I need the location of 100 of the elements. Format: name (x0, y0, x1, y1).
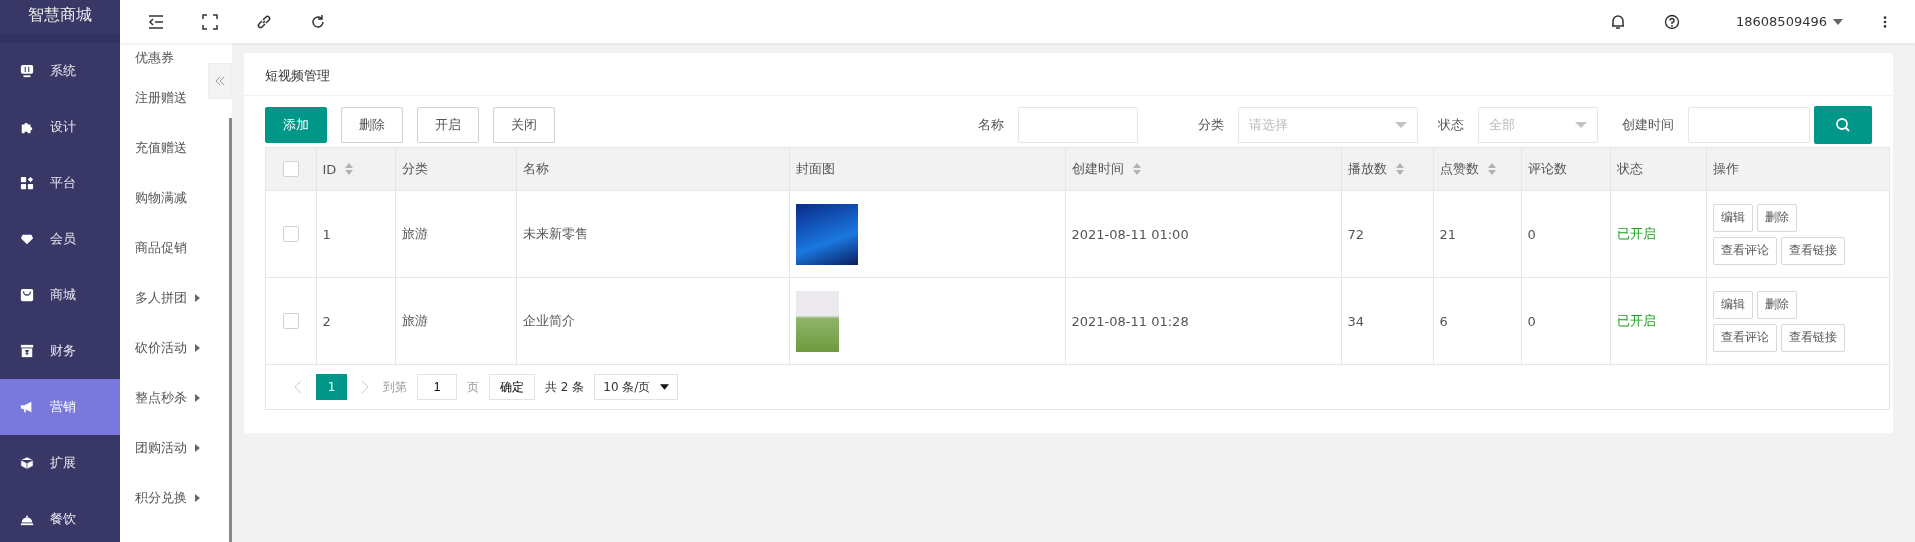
filter-input[interactable] (1688, 107, 1810, 143)
filter-label: 状态 (1438, 116, 1464, 134)
more-icon[interactable] (1883, 14, 1887, 29)
table-cell: 34 (1341, 277, 1433, 365)
card-title: 短视频管理 (244, 53, 1893, 96)
table-cell: 企业简介 (516, 277, 789, 365)
action-button[interactable]: 关闭 (493, 107, 555, 143)
submenu-item[interactable]: 整点秒杀 (120, 373, 208, 423)
column-header: 操作 (1712, 160, 1739, 178)
menu-item[interactable]: 财务 (0, 323, 120, 379)
refresh-icon[interactable] (310, 13, 326, 30)
submenu-item[interactable]: 砍价活动 (120, 323, 208, 373)
megaphone-icon (20, 400, 34, 414)
submenu-item[interactable]: 积分兑换 (120, 473, 208, 523)
submenu-item[interactable]: 商品促销 (120, 223, 208, 273)
photo-placeholder (795, 203, 858, 265)
expand-arrow-icon (195, 444, 200, 452)
row-action-button[interactable]: 删除 (1756, 290, 1797, 319)
sort-icon[interactable] (1486, 162, 1497, 176)
table-cell: 0 (1521, 190, 1610, 278)
confirm-button[interactable]: 确定 (489, 374, 535, 400)
row-action-button[interactable]: 查看链接 (1780, 323, 1845, 352)
row-action-button[interactable]: 编辑 (1712, 290, 1753, 319)
action-button[interactable]: 删除 (341, 107, 403, 143)
action-button[interactable]: 开启 (417, 107, 479, 143)
filter-label: 创建时间 (1622, 116, 1674, 134)
submenu-item[interactable]: 购物满减 (120, 173, 208, 223)
menu-item[interactable]: 扩展 (0, 435, 120, 491)
menu-item[interactable]: 商城 (0, 267, 120, 323)
menu-indent-icon[interactable] (148, 13, 164, 30)
user-account[interactable]: 18608509496 (1736, 14, 1827, 29)
row-action-button[interactable]: 编辑 (1712, 203, 1753, 232)
cube-icon (20, 456, 34, 470)
search-button[interactable] (1814, 106, 1872, 144)
caret-icon[interactable] (1833, 18, 1843, 25)
row-checkbox[interactable] (282, 226, 299, 243)
grid-icon (20, 176, 34, 190)
menu-item[interactable]: 平台 (0, 155, 120, 211)
yen-box-icon (20, 344, 34, 358)
sort-icon[interactable] (344, 162, 355, 176)
menu-item[interactable]: 餐饮 (0, 491, 120, 542)
table-cell: 1 (316, 190, 395, 278)
status-text: 已开启 (1616, 313, 1656, 328)
page-input[interactable]: 1 (417, 374, 457, 400)
goto-label: 到第 (383, 378, 407, 396)
dropdown-arrow-icon (1395, 122, 1407, 128)
row-checkbox[interactable] (282, 313, 299, 330)
table-cell: 72 (1341, 190, 1433, 278)
row-action-button[interactable]: 查看评论 (1712, 323, 1777, 352)
expand-arrow-icon (195, 494, 200, 502)
photo-placeholder (795, 290, 839, 352)
submenu-item[interactable]: 注册赠送 (120, 73, 208, 123)
expand-arrow-icon (195, 394, 200, 402)
help-icon[interactable] (1664, 13, 1680, 30)
submenu-item[interactable]: 多人拼团 (120, 273, 208, 323)
menu-item[interactable]: 系统 (0, 43, 120, 99)
menu-item[interactable]: 营销 (0, 379, 120, 435)
submenu-item[interactable]: 优惠券 (120, 43, 208, 73)
filter-label: 名称 (978, 116, 1004, 134)
filter-label: 分类 (1198, 116, 1224, 134)
notification-bell-icon[interactable] (1610, 13, 1626, 30)
next-page-icon[interactable] (361, 380, 369, 394)
row-action-button[interactable]: 查看链接 (1780, 236, 1845, 265)
row-action-button[interactable]: 删除 (1756, 203, 1797, 232)
puzzle-piece-icon (20, 120, 34, 134)
table-cell: 旅游 (395, 277, 516, 365)
total-count: 共 2 条 (545, 378, 585, 396)
table-cell: 6 (1433, 277, 1521, 365)
search-icon (1835, 117, 1851, 133)
monitor-icon (20, 64, 34, 78)
table-cell: 0 (1521, 277, 1610, 365)
double-chevron-left-icon (215, 76, 225, 86)
page-unit: 页 (467, 378, 479, 396)
fullscreen-icon[interactable] (202, 13, 218, 30)
column-header: 封面图 (795, 160, 835, 178)
menu-item[interactable]: 会员 (0, 211, 120, 267)
submenu-item[interactable]: 充值赠送 (120, 123, 208, 173)
sort-icon[interactable] (1131, 162, 1142, 176)
sort-icon[interactable] (1394, 162, 1405, 176)
expand-arrow-icon (195, 344, 200, 352)
scrollbar[interactable] (229, 118, 232, 542)
submenu-item[interactable]: 团购活动 (120, 423, 208, 473)
page-size-select[interactable]: 10 条/页 (594, 374, 679, 400)
action-button[interactable]: 添加 (265, 107, 327, 143)
page-number[interactable]: 1 (316, 374, 347, 400)
table-cell: 2021-08-11 01:00 (1065, 190, 1341, 278)
column-header: 点赞数 (1439, 160, 1479, 178)
filter-input[interactable] (1018, 107, 1138, 143)
collapse-button[interactable] (208, 63, 232, 99)
menu-item[interactable]: 设计 (0, 99, 120, 155)
dropdown-arrow-icon (1575, 122, 1587, 128)
previous-page-icon[interactable] (294, 380, 302, 394)
link-icon[interactable] (256, 13, 272, 30)
select-all-checkbox[interactable] (282, 161, 299, 178)
caret-icon (660, 384, 670, 390)
table-cell: 未来新零售 (516, 190, 789, 278)
table-cell: 2 (316, 277, 395, 365)
status-text: 已开启 (1616, 226, 1656, 241)
row-action-button[interactable]: 查看评论 (1712, 236, 1777, 265)
column-header: 状态 (1616, 160, 1643, 178)
